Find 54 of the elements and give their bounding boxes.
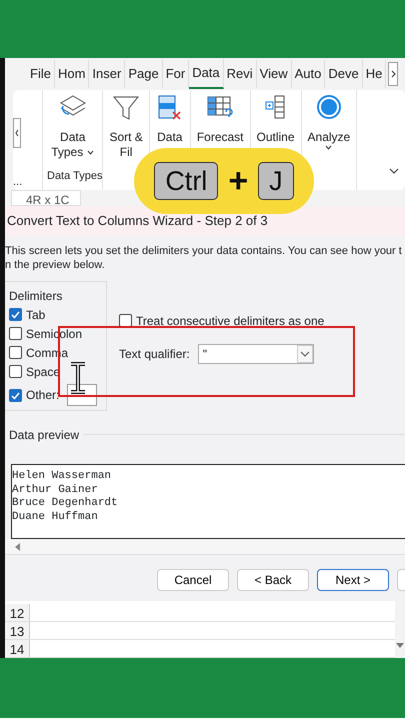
grid-icon (206, 94, 234, 120)
ribbon-tab[interactable]: Revi (224, 60, 257, 88)
chevron-right-icon[interactable] (388, 62, 398, 86)
instruction-text: This screen lets you set the delimiters your data contains. You can see how your t (5, 244, 403, 258)
caret-icon (87, 150, 94, 155)
chevron-down-icon (296, 345, 313, 364)
funnel-icon (112, 94, 140, 120)
ribbon-tab[interactable]: Hom (54, 60, 90, 88)
ribbon-command[interactable]: Sort & Fil (103, 90, 149, 164)
checkbox[interactable]: Tab (9, 305, 102, 324)
checkmark-icon (10, 390, 21, 401)
ribbon-tab[interactable]: Inser (89, 60, 126, 88)
row-header: 13 (5, 622, 30, 639)
preview-line: Bruce Degenhardt (12, 497, 118, 511)
group-label: Delimiters (9, 288, 64, 305)
caret-icon (325, 145, 332, 150)
qualifier-dropdown[interactable]: " (198, 344, 314, 364)
row-header: 14 (5, 640, 30, 657)
field-label: Text qualifier: (119, 346, 190, 364)
chevron-down-icon[interactable] (389, 168, 399, 174)
ribbon-tab[interactable]: He (362, 60, 386, 88)
checkbox[interactable]: Other: (9, 386, 60, 405)
text-cursor-icon (68, 362, 88, 394)
ribbon-command[interactable]: Analyze (302, 90, 356, 154)
preview-line: Helen Wasserman (12, 470, 112, 484)
ribbon-command[interactable]: Outline (250, 90, 301, 149)
plus-sign: + (228, 160, 248, 202)
dialog-button[interactable]: Cancel (157, 569, 229, 592)
checkbox[interactable]: Treat consecutive delimiters as one (119, 311, 324, 330)
keyboard-key: J (258, 162, 294, 200)
dialog-button[interactable]: Next > (317, 569, 389, 592)
group-label: Data preview (9, 426, 80, 444)
name-box[interactable]: 4R x 1C (11, 190, 81, 206)
ribbon-tab[interactable]: Auto (292, 60, 326, 88)
checkmark-icon (10, 309, 21, 320)
keyboard-key: Ctrl (154, 162, 218, 200)
circle-icon (314, 94, 343, 120)
ribbon-tab[interactable]: Deve (325, 60, 363, 88)
dialog-button[interactable]: < Back (237, 569, 309, 592)
chevron-left-icon[interactable] (13, 118, 21, 148)
instruction-text: n the preview below. (5, 258, 106, 274)
row-header: 12 (5, 604, 30, 621)
preview-line: Arthur Gainer (12, 484, 98, 497)
ribbon-tab[interactable]: View (256, 60, 292, 88)
scroll-down-icon[interactable] (396, 643, 404, 648)
group-label: ... (13, 174, 24, 190)
scroll-left-icon[interactable] (15, 542, 20, 551)
ribbon-tab[interactable]: File (27, 60, 55, 88)
ribbon-command[interactable]: Data Types (43, 90, 102, 164)
preview-line: Duane Huffman (12, 510, 98, 524)
ribbon-tab[interactable]: For (162, 60, 190, 88)
group-label: Data Types (46, 168, 102, 184)
ribbon-command[interactable]: Data (150, 90, 190, 149)
ribbon-tab[interactable]: Page (125, 60, 163, 88)
